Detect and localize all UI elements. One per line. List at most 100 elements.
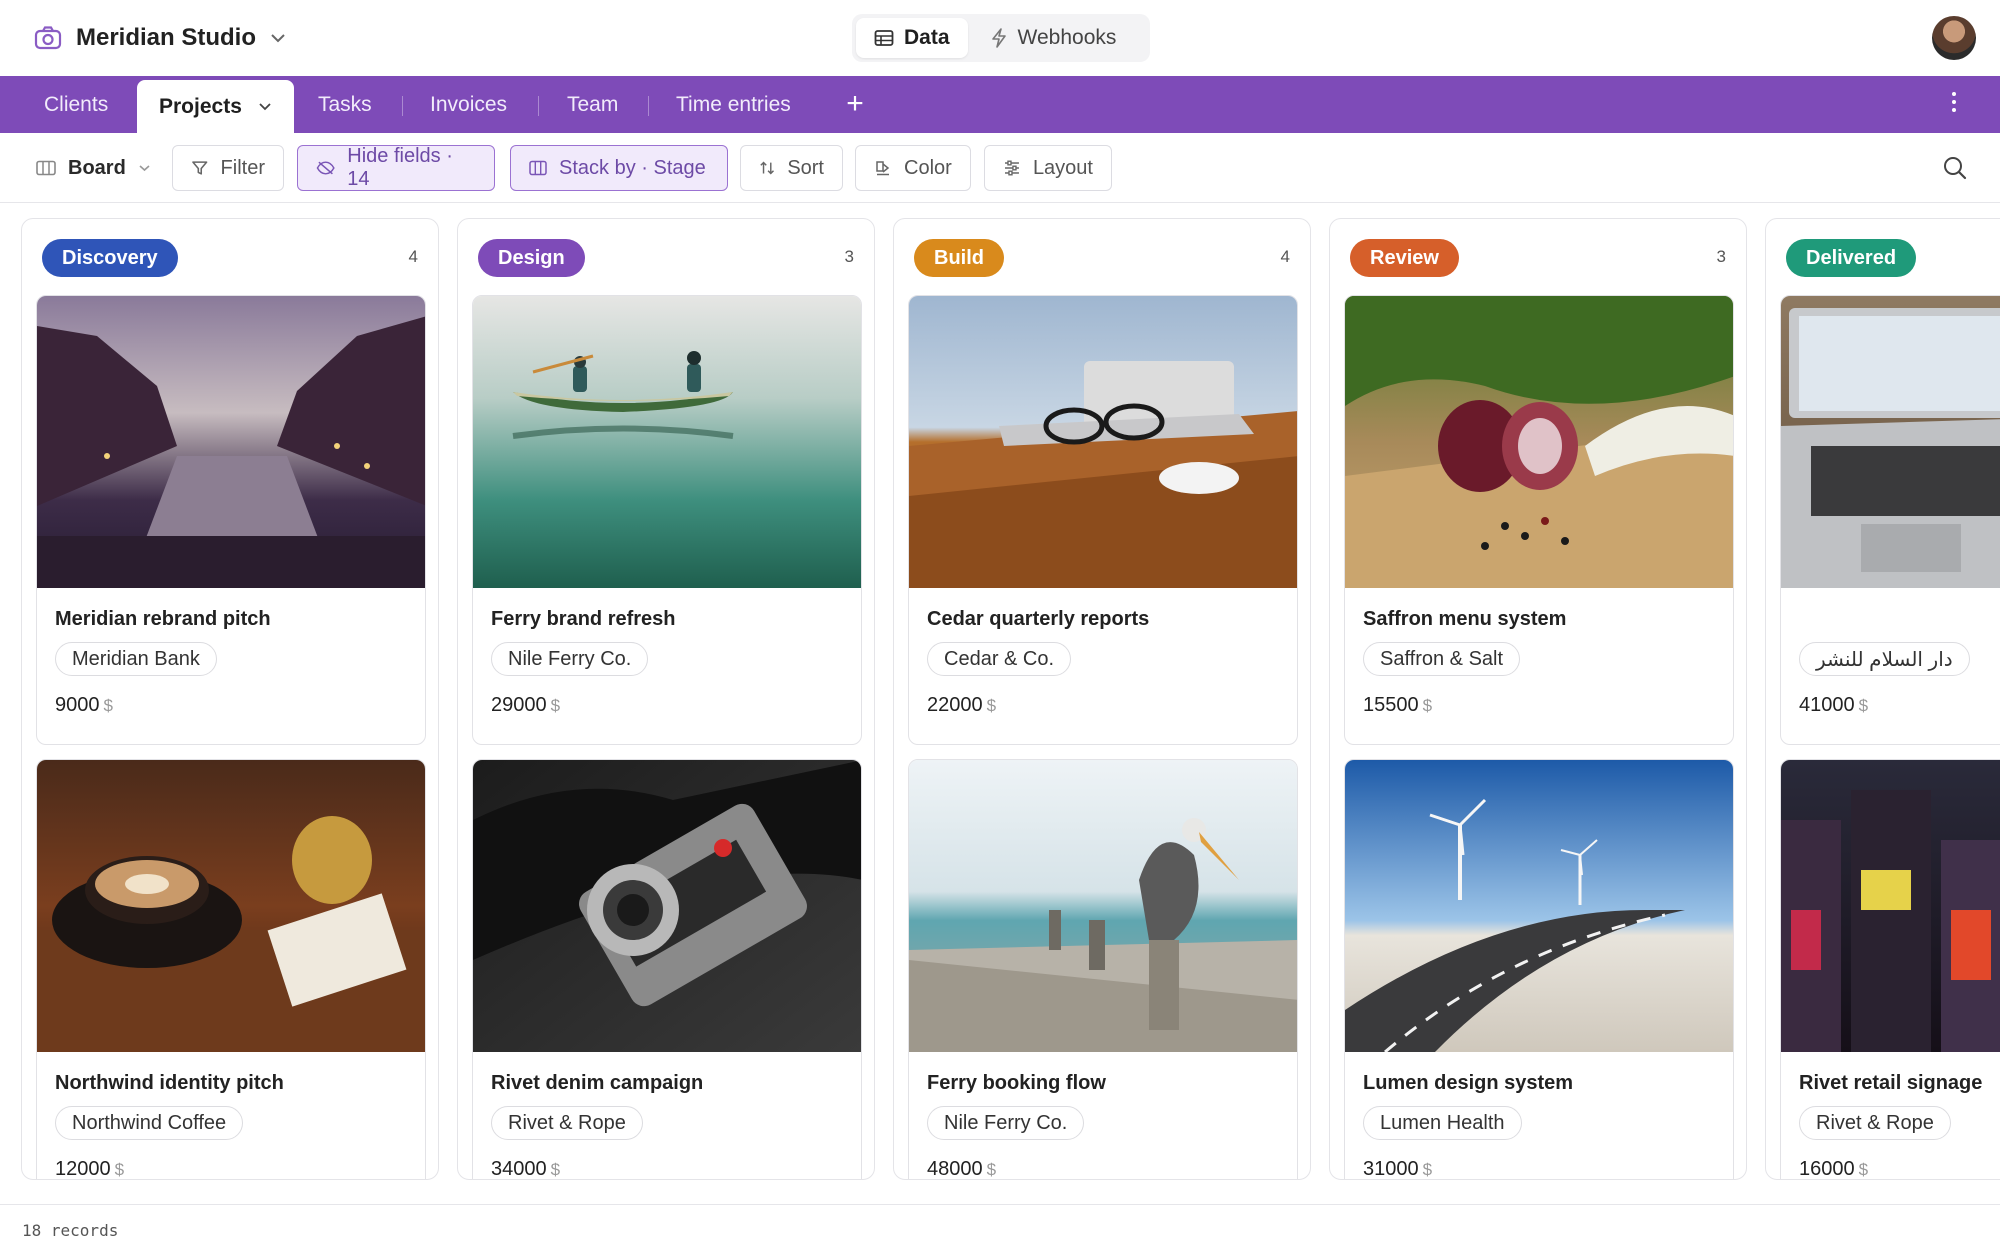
project-card[interactable]: دار السلام للنشر 41000 $ <box>1780 295 2000 745</box>
tab-label: Team <box>567 92 619 116</box>
tab-invoices[interactable]: Invoices <box>430 76 507 133</box>
more-options-icon[interactable] <box>1944 88 1964 120</box>
column-build: Build 4 Cedar quarterly reports Cedar & … <box>893 218 1311 1180</box>
tab-projects[interactable]: Projects <box>137 80 294 133</box>
hide-fields-button[interactable]: Hide fields · 14 <box>297 145 495 191</box>
layout-label: Layout <box>1032 156 1093 179</box>
amount-value: 15500 <box>1363 694 1419 716</box>
board-icon <box>36 160 56 176</box>
stage-count: 3 <box>844 247 854 266</box>
card-cover-image <box>909 296 1297 588</box>
currency-symbol: $ <box>550 696 561 715</box>
project-card[interactable]: Ferry booking flow Nile Ferry Co. 48000 $ <box>908 759 1298 1180</box>
client-chip: Nile Ferry Co. <box>491 642 649 676</box>
layout-button[interactable]: Layout <box>984 145 1112 191</box>
tab-clients[interactable]: Clients <box>44 76 108 133</box>
project-card[interactable]: Lumen design system Lumen Health 31000 $ <box>1344 759 1734 1179</box>
stack-by-button[interactable]: Stack by · Stage <box>510 145 728 191</box>
record-count: 18 records <box>22 1221 119 1240</box>
amount-value: 48000 <box>927 1158 983 1180</box>
table-tab-bar: Clients Projects Tasks Invoices Team Tim… <box>0 76 2000 133</box>
project-card[interactable]: Northwind identity pitch Northwind Coffe… <box>36 759 426 1179</box>
currency-symbol: $ <box>1858 1160 1869 1179</box>
card-cover-image <box>37 760 425 1052</box>
project-amount: 48000 $ <box>927 1158 997 1180</box>
color-button[interactable]: Color <box>855 145 971 191</box>
filter-label: Filter <box>220 156 265 179</box>
client-chip: Nile Ferry Co. <box>927 1106 1085 1140</box>
tab-divider <box>538 96 539 116</box>
project-amount: 15500 $ <box>1363 694 1432 717</box>
column-review: Review 3 Saffron menu system Saffron & S… <box>1329 218 1747 1180</box>
card-cover-image <box>1781 296 2000 588</box>
card-title: Rivet denim campaign <box>491 1072 704 1094</box>
stage-badge: Delivered <box>1786 239 1917 277</box>
add-tab-plus-icon[interactable]: + <box>840 89 870 119</box>
amount-value: 34000 <box>491 1158 547 1180</box>
project-card[interactable]: Rivet denim campaign Rivet & Rope 34000 $ <box>472 759 862 1180</box>
project-amount: 31000 $ <box>1363 1158 1432 1179</box>
stage-badge: Design <box>478 239 585 277</box>
client-chip: دار السلام للنشر <box>1799 642 1970 676</box>
card-title: Ferry brand refresh <box>491 608 676 630</box>
card-cover-image <box>909 760 1297 1052</box>
project-card[interactable]: Meridian rebrand pitch Meridian Bank 900… <box>36 295 426 745</box>
card-title: Cedar quarterly reports <box>927 608 1150 630</box>
currency-symbol: $ <box>103 696 113 715</box>
column-design: Design 3 Ferry brand refresh Nile Ferry … <box>457 218 875 1180</box>
tab-tasks[interactable]: Tasks <box>318 76 372 133</box>
webhooks-toggle-button[interactable]: Webhooks <box>972 18 1135 58</box>
stage-badge: Discovery <box>42 239 178 277</box>
amount-value: 16000 <box>1799 1158 1855 1180</box>
tab-label: Time entries <box>676 92 791 116</box>
project-amount: 12000 $ <box>55 1158 124 1179</box>
sliders-icon <box>1004 160 1019 176</box>
stack-by-label: Stack by · Stage <box>559 156 706 179</box>
tab-time-entries[interactable]: Time entries <box>676 76 791 133</box>
tab-label: Clients <box>44 92 109 116</box>
stage-name: Delivered <box>1806 246 1897 269</box>
project-card[interactable]: Ferry brand refresh Nile Ferry Co. 29000… <box>472 295 862 745</box>
chevron-down-icon <box>139 165 150 172</box>
tab-label: Projects <box>159 94 242 118</box>
amount-value: 29000 <box>491 694 547 716</box>
card-title: Meridian rebrand pitch <box>55 608 271 630</box>
sort-label: Sort <box>787 156 824 179</box>
project-card[interactable]: Saffron menu system Saffron & Salt 15500… <box>1344 295 1734 745</box>
search-icon[interactable] <box>1942 155 1968 181</box>
amount-value: 9000 <box>55 694 100 716</box>
currency-symbol: $ <box>986 1160 997 1179</box>
client-chip: Rivet & Rope <box>491 1106 643 1140</box>
card-title: Saffron menu system <box>1363 608 1567 630</box>
view-switcher[interactable]: Board <box>36 145 151 191</box>
stage-badge: Review <box>1350 239 1459 277</box>
workspace-switcher[interactable]: Meridian Studio <box>34 20 286 56</box>
tab-divider <box>648 96 649 116</box>
user-avatar[interactable] <box>1932 16 1976 60</box>
chevron-down-icon <box>271 34 285 43</box>
webhooks-toggle-label: Webhooks <box>1017 26 1117 49</box>
currency-symbol: $ <box>1858 696 1869 715</box>
tab-label: Invoices <box>430 92 508 116</box>
color-label: Color <box>904 156 952 179</box>
data-toggle-button[interactable]: Data <box>856 18 968 58</box>
amount-value: 41000 <box>1799 694 1855 716</box>
sort-button[interactable]: Sort <box>740 145 843 191</box>
card-cover-image <box>1781 760 2000 1052</box>
currency-symbol: $ <box>1422 696 1433 715</box>
card-cover-image <box>473 760 861 1052</box>
card-cover-image <box>37 296 425 588</box>
stage-name: Build <box>934 246 984 269</box>
tab-team[interactable]: Team <box>567 76 618 133</box>
project-card[interactable]: Rivet retail signage Rivet & Rope 16000 $ <box>1780 759 2000 1180</box>
project-amount: 22000 $ <box>927 694 996 717</box>
client-chip: Saffron & Salt <box>1363 642 1521 676</box>
client-chip: Meridian Bank <box>55 642 217 676</box>
project-card[interactable]: Cedar quarterly reports Cedar & Co. 2200… <box>908 295 1298 745</box>
stage-name: Design <box>498 246 565 269</box>
lightning-icon <box>991 28 1006 48</box>
hide-fields-label: Hide fields · 14 <box>347 145 453 190</box>
filter-button[interactable]: Filter <box>172 145 284 191</box>
paint-bucket-icon <box>876 161 890 176</box>
stage-name: Review <box>1370 246 1439 269</box>
